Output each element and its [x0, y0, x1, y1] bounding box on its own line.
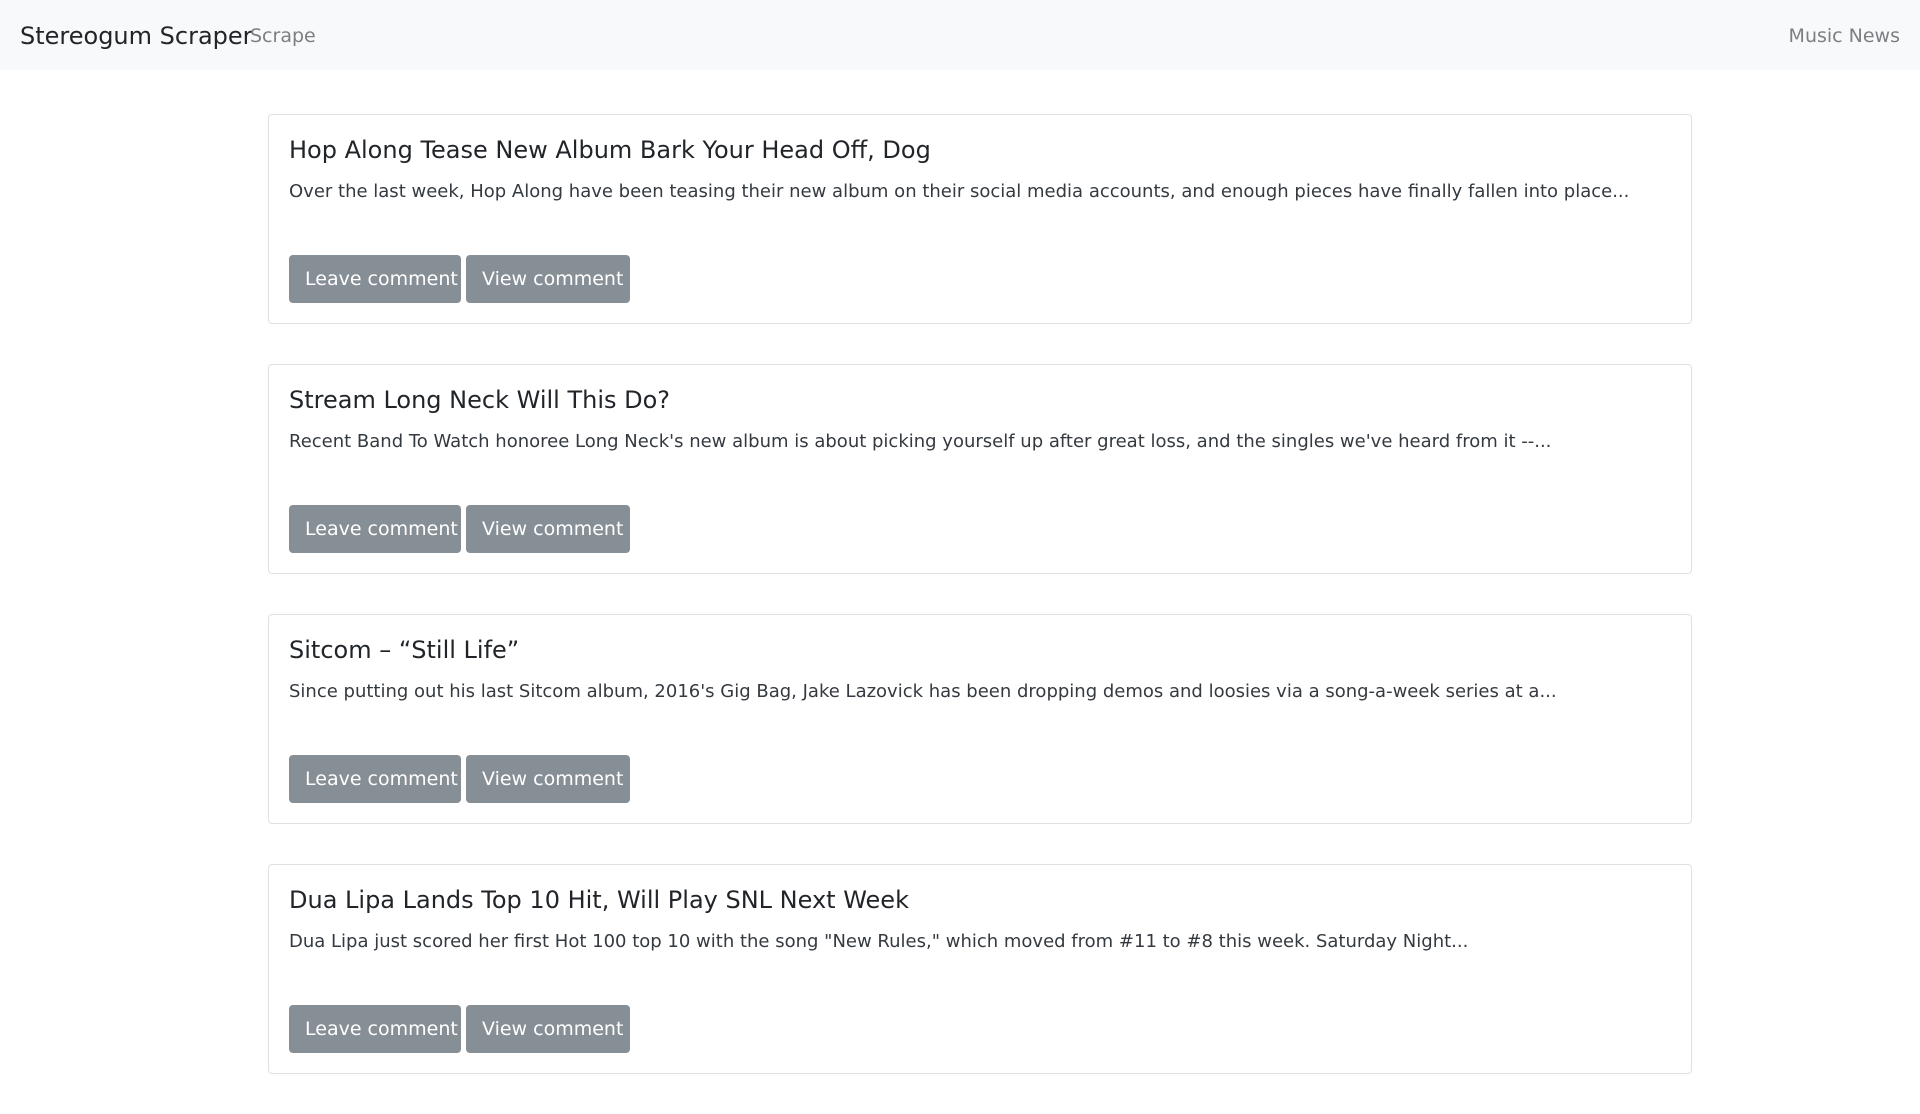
article-card: Stream Long Neck Will This Do? Recent Ba… [268, 364, 1692, 574]
leave-comment-button[interactable]: Leave comment [289, 505, 461, 553]
article-title: Dua Lipa Lands Top 10 Hit, Will Play SNL… [289, 886, 909, 914]
article-summary: Over the last week, Hop Along have been … [289, 181, 1630, 202]
view-comment-button[interactable]: View comment [466, 505, 630, 553]
nav-link-scrape[interactable]: Scrape [250, 25, 316, 47]
article-title: Sitcom – “Still Life” [289, 636, 520, 664]
leave-comment-button[interactable]: Leave comment [289, 1005, 461, 1053]
view-comment-button[interactable]: View comment [466, 1005, 630, 1053]
article-title: Stream Long Neck Will This Do? [289, 386, 671, 414]
article-card: Sitcom – “Still Life” Since putting out … [268, 614, 1692, 824]
view-comment-button[interactable]: View comment [466, 255, 630, 303]
article-title: Hop Along Tease New Album Bark Your Head… [289, 136, 931, 164]
article-card: Dua Lipa Lands Top 10 Hit, Will Play SNL… [268, 864, 1692, 1074]
article-summary: Dua Lipa just scored her first Hot 100 t… [289, 931, 1469, 952]
article-card: Hop Along Tease New Album Bark Your Head… [268, 114, 1692, 324]
navbar: Stereogum Scraper Scrape Music News [0, 0, 1920, 70]
nav-link-music-news[interactable]: Music News [1789, 25, 1900, 47]
article-summary: Since putting out his last Sitcom album,… [289, 681, 1557, 702]
brand-title[interactable]: Stereogum Scraper [20, 22, 253, 50]
leave-comment-button[interactable]: Leave comment [289, 755, 461, 803]
leave-comment-button[interactable]: Leave comment [289, 255, 461, 303]
article-list: Hop Along Tease New Album Bark Your Head… [268, 114, 1692, 1114]
view-comment-button[interactable]: View comment [466, 755, 630, 803]
article-summary: Recent Band To Watch honoree Long Neck's… [289, 431, 1552, 452]
